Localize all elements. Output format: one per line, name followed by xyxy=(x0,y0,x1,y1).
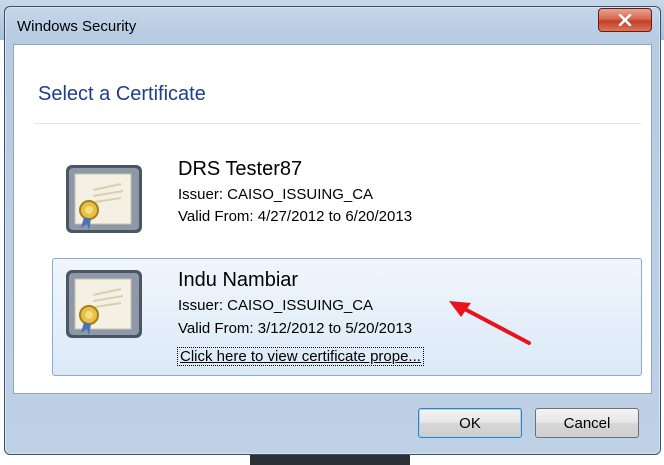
heading-divider xyxy=(34,123,641,124)
close-icon xyxy=(618,14,632,26)
windows-security-dialog: Windows Security Select a Certificate DR… xyxy=(4,6,661,455)
close-button[interactable] xyxy=(598,8,652,32)
dialog-footer: OK Cancel xyxy=(13,393,650,449)
certificate-issuer: Issuer: CAISO_ISSUING_CA xyxy=(178,297,374,314)
certificate-item-indu-nambiar[interactable]: Indu Nambiar Issuer: CAISO_ISSUING_CA Va… xyxy=(52,258,642,376)
title-bar: Windows Security xyxy=(5,7,660,45)
red-arrow-annotation xyxy=(449,301,531,345)
certificate-name: DRS Tester87 xyxy=(178,158,303,180)
window-title: Windows Security xyxy=(17,18,137,35)
dialog-content: Select a Certificate DRS Tester87 Issuer… xyxy=(13,44,652,394)
dialog-heading: Select a Certificate xyxy=(38,83,206,105)
certificate-validity: Valid From: 3/12/2012 to 5/20/2013 xyxy=(178,320,413,337)
view-certificate-properties-link[interactable]: Click here to view certificate prope... xyxy=(177,347,424,366)
certificate-icon xyxy=(66,165,142,233)
certificate-name: Indu Nambiar xyxy=(178,269,299,291)
cancel-button[interactable]: Cancel xyxy=(535,408,639,438)
certificate-issuer: Issuer: CAISO_ISSUING_CA xyxy=(178,186,374,203)
certificate-validity: Valid From: 4/27/2012 to 6/20/2013 xyxy=(178,208,413,225)
certificate-icon xyxy=(66,270,142,338)
ok-button[interactable]: OK xyxy=(418,408,522,438)
